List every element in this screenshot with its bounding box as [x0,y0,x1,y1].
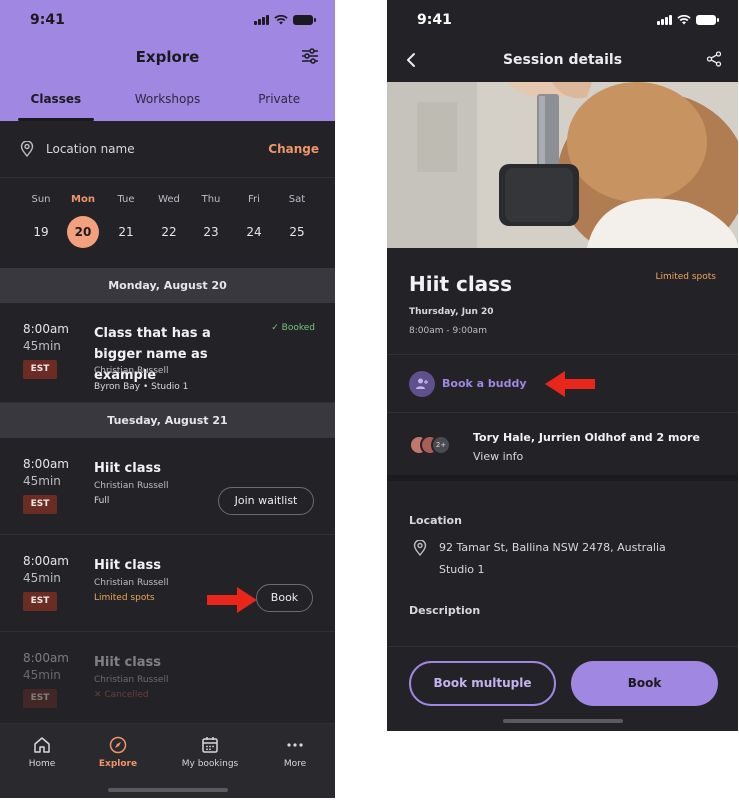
page-title: Session details [502,52,623,68]
trainer-name: Christian Russell [94,675,169,685]
add-person-icon [409,370,435,397]
attendee-names: Tory Hale, Jurrien Oldhof and 2 more [473,431,700,444]
book-button[interactable]: Book [256,584,313,612]
session-title: Hiit class [94,558,161,573]
session-card[interactable]: 8:00am 45min EST Hiit class Christian Ru… [0,438,335,535]
home-icon [34,737,50,753]
signal-icon [657,15,672,25]
category-tabs: Classes Workshops Private [0,88,335,121]
limited-spots-label: Limited spots [655,272,716,282]
timezone-badge: EST [23,360,57,379]
session-title: Hiit class [94,655,161,670]
calendar-icon [202,737,218,753]
battery-icon [293,15,316,25]
class-summary: Hiit class Limited spots Thursday, Jun 2… [387,248,738,355]
timezone-badge: EST [23,592,57,611]
dumbbell-photo-illustration [387,82,738,248]
annotation-arrow-icon [207,587,257,613]
nav-my-bookings[interactable]: My bookings [170,736,250,769]
trainer-name: Christian Russell [94,366,169,376]
book-multiple-button[interactable]: Book multuple [409,661,556,706]
location-pin-icon [20,141,34,157]
calendar-day[interactable]: Sat 25 [277,194,317,248]
calendar-day[interactable]: Fri 24 [234,194,274,248]
change-location-button[interactable]: Change [268,142,319,156]
session-location: Byron Bay • Studio 1 [94,382,189,392]
compass-icon [109,736,127,754]
timezone-badge: EST [23,689,57,708]
attendee-avatars: 2+ [409,435,465,457]
attendees-row[interactable]: 2+ Tory Hale, Jurrien Oldhof and 2 more … [387,413,738,481]
tab-private[interactable]: Private [223,88,335,121]
trainer-name: Christian Russell [94,578,169,588]
signal-icon [254,15,269,25]
class-time-range: 8:00am - 9:00am [409,326,487,336]
session-card[interactable]: 8:00am 45min EST Class that has a bigger… [0,303,335,403]
tab-workshops[interactable]: Workshops [112,88,224,121]
week-calendar: Sun 19 Mon 20 Tue 21 Wed 22 Thu 23 Fri 24 Sat 2… [0,178,335,268]
share-icon[interactable] [706,51,722,67]
cancelled-label: ✕ Cancelled [94,690,149,700]
home-indicator [502,719,623,723]
wifi-icon [677,15,691,25]
session-availability: Full [94,496,110,506]
location-name: Location name [46,142,135,156]
location-pin-icon [413,540,427,556]
session-details-screen: 9:41 Session details Hiit class Limited … [387,0,738,731]
session-title: Hiit class [94,461,161,476]
description-heading: Description [409,604,481,617]
wifi-icon [274,15,288,25]
view-info-link[interactable]: View info [473,450,523,463]
calendar-day[interactable]: Wed 22 [149,194,189,248]
calendar-day[interactable]: Tue 21 [106,194,146,248]
trainer-name: Christian Russell [94,481,169,491]
location-row: Location name Change [0,121,335,178]
booking-actions: Book multuple Book [387,646,738,731]
session-hero-image [387,82,738,248]
page-title: Explore [135,48,200,66]
session-title: Class that has a bigger name as example [94,326,211,383]
booked-status: ✓ Booked [271,323,315,333]
detail-header: Session details [387,40,738,82]
battery-icon [696,15,719,25]
calendar-day[interactable]: Sun 19 [21,194,61,248]
nav-more[interactable]: More [255,736,335,769]
limited-spots-label: Limited spots [94,593,155,603]
join-waitlist-button[interactable]: Join waitlist [218,487,314,515]
more-attendees-badge: 2+ [431,435,451,455]
home-indicator [107,788,228,792]
annotation-arrow-icon [544,370,595,397]
filter-icon[interactable] [301,48,319,64]
location-heading: Location [409,514,462,527]
tab-classes[interactable]: Classes [0,88,112,121]
session-card[interactable]: 8:00am 45min EST Hiit class Christian Ru… [0,535,335,632]
bottom-nav: Home Explore My bookings More [0,723,335,798]
book-a-buddy-button[interactable]: Book a buddy [387,355,738,413]
status-time: 9:41 [417,12,452,28]
studio-line: Studio 1 [439,563,485,576]
status-time: 9:41 [30,12,65,28]
status-bar: 9:41 [387,0,738,40]
calendar-day-selected[interactable]: Mon 20 [63,194,103,248]
explore-header: 9:41 Explore Classes Workshops Private [0,0,335,121]
calendar-day[interactable]: Thu 23 [191,194,231,248]
date-header: Monday, August 20 [0,268,335,303]
nav-home[interactable]: Home [2,736,82,769]
class-title: Hiit class [409,272,512,296]
more-dots-icon [287,743,303,747]
status-bar: 9:41 [0,0,335,40]
address-line: 92 Tamar St, Ballina NSW 2478, Australia [439,541,666,554]
date-header: Tuesday, August 21 [0,403,335,438]
class-date: Thursday, Jun 20 [409,307,494,317]
nav-explore[interactable]: Explore [78,736,158,769]
session-card-cancelled[interactable]: 8:00am 45min EST Hiit class Christian Ru… [0,632,335,724]
timezone-badge: EST [23,495,57,514]
book-button[interactable]: Book [571,661,718,706]
explore-screen: 9:41 Explore Classes Workshops Private L… [0,0,335,798]
book-a-buddy-label: Book a buddy [442,377,527,390]
